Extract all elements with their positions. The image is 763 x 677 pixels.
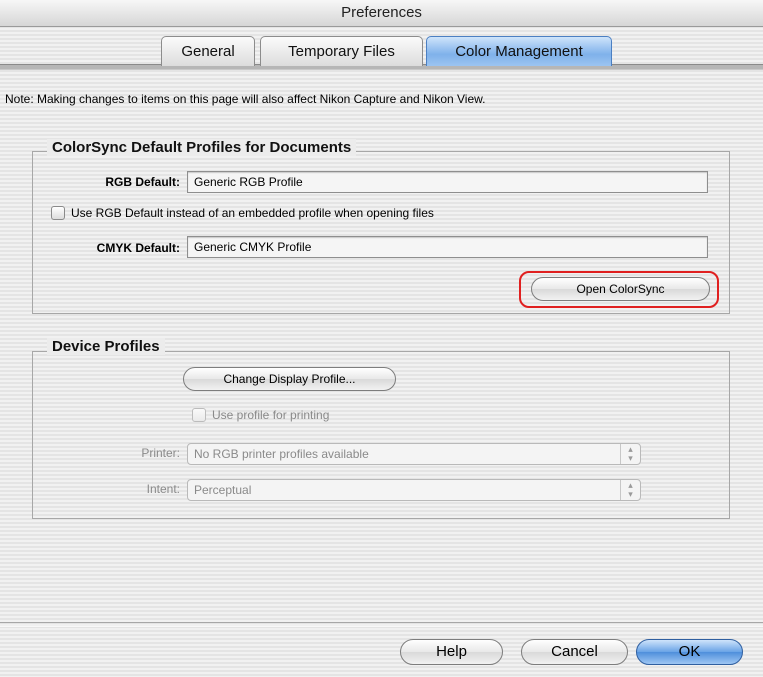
intent-popup[interactable]: Perceptual ▴ ▾ [187, 479, 641, 501]
tab-temporary-files[interactable]: Temporary Files [260, 36, 423, 66]
change-display-profile-button[interactable]: Change Display Profile... [183, 367, 396, 391]
tab-general[interactable]: General [161, 36, 255, 66]
rgb-default-field[interactable]: Generic RGB Profile [187, 171, 708, 193]
intent-label: Intent: [146, 482, 180, 496]
cancel-button[interactable]: Cancel [521, 639, 628, 665]
intent-popup-value: Perceptual [194, 483, 252, 497]
help-button[interactable]: Help [400, 639, 503, 665]
note-text: Note: Making changes to items on this pa… [5, 92, 486, 106]
use-profile-for-printing-checkbox[interactable] [192, 408, 206, 422]
colorsync-group-title: ColorSync Default Profiles for Documents [47, 139, 357, 156]
cmyk-default-field[interactable]: Generic CMYK Profile [187, 236, 708, 258]
bottom-separator [0, 622, 763, 627]
window-title: Preferences [341, 4, 422, 21]
printer-popup[interactable]: No RGB printer profiles available ▴ ▾ [187, 443, 641, 465]
popup-arrows-icon: ▴ ▾ [620, 444, 640, 464]
printer-popup-value: No RGB printer profiles available [194, 447, 369, 461]
use-profile-for-printing-label: Use profile for printing [212, 408, 330, 422]
printer-label: Printer: [141, 446, 180, 460]
rgb-default-label: RGB Default: [105, 175, 180, 189]
use-rgb-default-label: Use RGB Default instead of an embedded p… [71, 206, 434, 220]
ok-button[interactable]: OK [636, 639, 743, 665]
device-profiles-title: Device Profiles [47, 338, 165, 355]
tab-color-management[interactable]: Color Management [426, 36, 612, 66]
cmyk-default-label: CMYK Default: [96, 241, 180, 255]
use-rgb-default-checkbox[interactable] [51, 206, 65, 220]
popup-arrows-icon: ▴ ▾ [620, 480, 640, 500]
highlight-outline [519, 271, 719, 308]
